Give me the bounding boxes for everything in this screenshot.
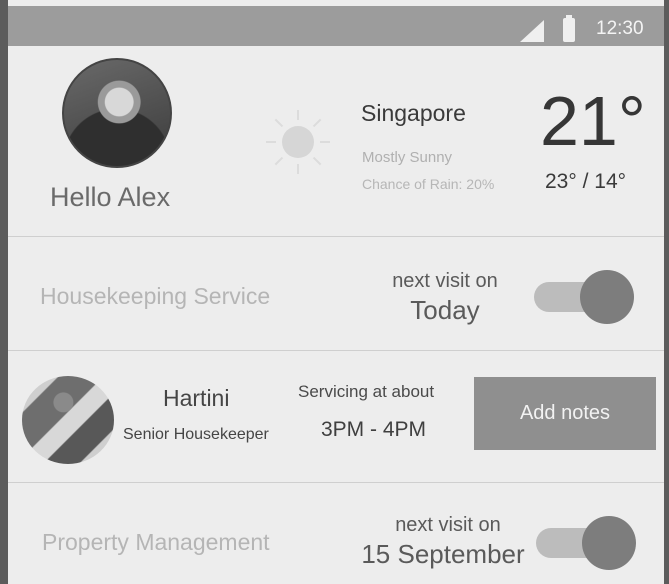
weather-city: Singapore — [361, 100, 466, 126]
servicing-time: 3PM - 4PM — [321, 418, 427, 441]
divider — [8, 482, 664, 483]
signal-icon — [520, 20, 544, 42]
toggle-knob — [580, 270, 634, 324]
service-label-property: Property Management — [42, 529, 270, 555]
battery-icon — [563, 15, 575, 42]
next-visit-label: next visit on — [395, 514, 501, 536]
next-visit-date: 15 September — [361, 539, 525, 569]
property-management-toggle[interactable] — [536, 516, 636, 570]
divider — [8, 236, 664, 237]
add-notes-button[interactable]: Add notes — [474, 377, 656, 450]
weather-condition: Mostly Sunny — [362, 149, 453, 166]
status-bar: 12:30 — [8, 6, 664, 46]
toggle-knob — [582, 516, 636, 570]
weather-temperature: 21° — [540, 82, 646, 160]
housekeeper-role: Senior Housekeeper — [123, 426, 269, 443]
sun-icon — [266, 110, 330, 174]
greeting: Hello Alex — [50, 182, 171, 212]
service-label-housekeeping: Housekeeping Service — [40, 283, 271, 309]
next-visit-date: Today — [410, 295, 480, 325]
user-avatar[interactable] — [62, 58, 172, 168]
weather-rain-chance: Chance of Rain: 20% — [362, 176, 495, 192]
app-screen: 12:30 Hello Alex Singapore Mostly Sunny … — [8, 0, 664, 584]
status-time: 12:30 — [596, 18, 644, 39]
servicing-label: Servicing at about — [298, 382, 435, 401]
divider — [8, 350, 664, 351]
housekeeper-name: Hartini — [163, 385, 230, 411]
weather-high-low: 23° / 14° — [545, 170, 627, 193]
housekeeping-toggle[interactable] — [534, 270, 634, 324]
next-visit-label: next visit on — [392, 270, 498, 292]
housekeeper-avatar[interactable] — [22, 376, 114, 464]
